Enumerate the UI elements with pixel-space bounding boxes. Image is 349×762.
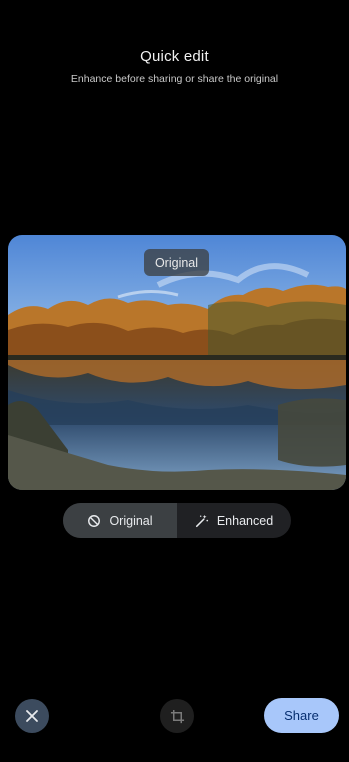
close-icon xyxy=(26,710,38,722)
crop-button[interactable] xyxy=(160,699,194,733)
page-subtitle: Enhance before sharing or share the orig… xyxy=(70,73,279,85)
enhanced-option-label: Enhanced xyxy=(216,513,274,528)
bottom-action-bar: Share xyxy=(0,697,349,735)
enhanced-option[interactable]: Enhanced xyxy=(177,503,291,538)
original-option[interactable]: Original xyxy=(63,503,177,538)
enhance-toggle[interactable]: Original Enhanced xyxy=(63,503,291,538)
original-option-label: Original xyxy=(109,513,153,528)
header: Quick edit Enhance before sharing or sha… xyxy=(0,48,349,85)
block-icon xyxy=(88,514,101,527)
close-button[interactable] xyxy=(15,699,49,733)
page-title: Quick edit xyxy=(140,48,209,65)
photo-state-badge: Original xyxy=(144,249,209,276)
magic-wand-icon xyxy=(195,514,208,527)
share-button[interactable]: Share xyxy=(264,698,339,733)
photo-preview: Original xyxy=(8,235,346,490)
crop-icon xyxy=(170,709,184,723)
